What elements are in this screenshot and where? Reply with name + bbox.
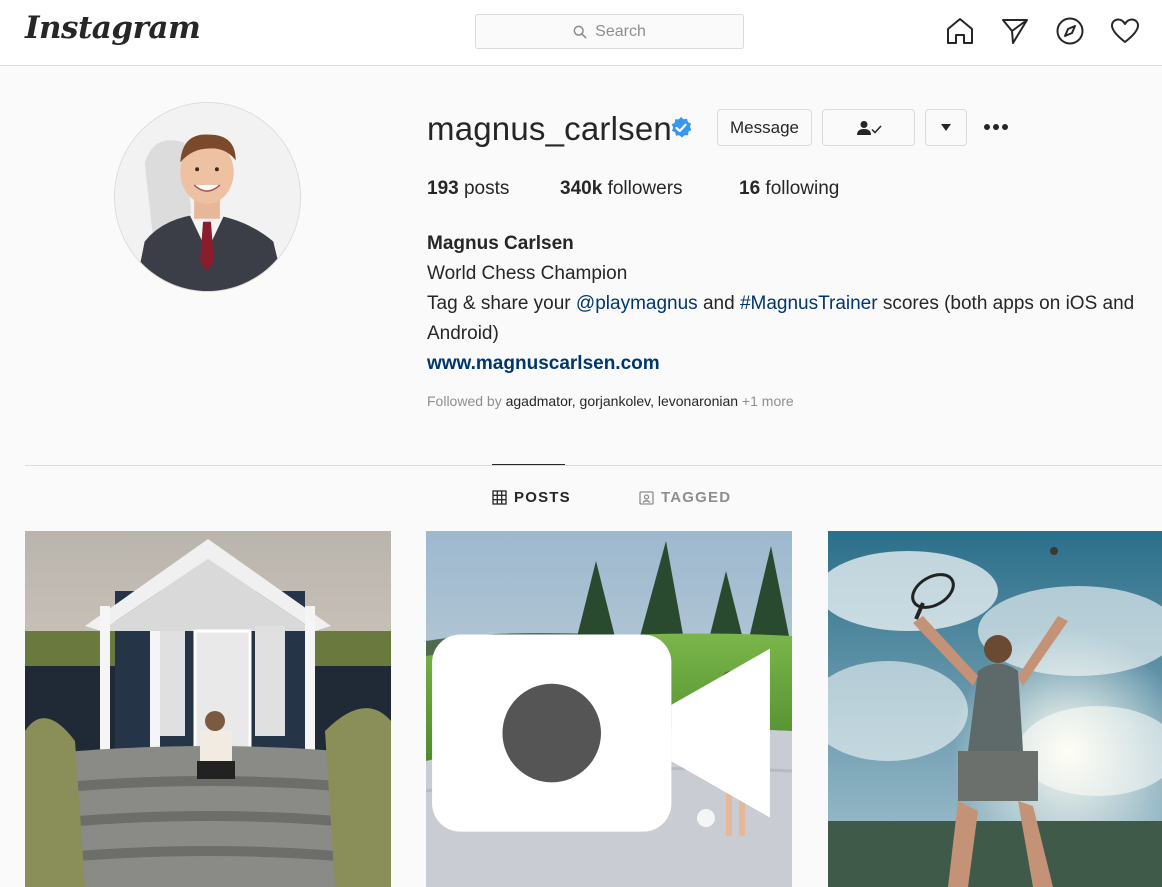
bio-text: and — [697, 293, 740, 314]
hashtag-link[interactable]: #MagnusTrainer — [740, 293, 878, 314]
website-link[interactable]: www.magnuscarlsen.com — [427, 349, 1162, 379]
caret-down-icon — [941, 123, 951, 131]
profile-avatar[interactable] — [114, 102, 301, 292]
profile-bio: Magnus Carlsen World Chess Champion Tag … — [427, 229, 1162, 379]
posts-count: 193 posts — [427, 178, 509, 200]
grid-icon — [492, 490, 507, 505]
post-thumbnail[interactable] — [25, 531, 391, 887]
post-thumbnail[interactable] — [828, 531, 1162, 887]
followed-by[interactable]: Followed by agadmator, gorjankolev, levo… — [427, 393, 794, 409]
tab-tagged-label: TAGGED — [661, 489, 732, 506]
following-button[interactable] — [822, 109, 915, 146]
activity-heart-icon[interactable] — [1110, 16, 1140, 46]
tabs-divider — [25, 465, 1162, 466]
search-input[interactable]: Search — [475, 14, 744, 49]
bio-text: Tag & share your — [427, 293, 576, 314]
verified-badge-icon — [671, 117, 692, 138]
post-image-house — [25, 531, 391, 887]
explore-icon[interactable] — [1055, 16, 1085, 46]
followed-by-more: +1 more — [738, 393, 794, 409]
active-tab-indicator — [492, 464, 565, 465]
profile-full-name: Magnus Carlsen — [427, 233, 574, 254]
followers-link[interactable]: 340k followers — [560, 178, 683, 200]
following-count-value: 16 — [739, 178, 761, 199]
followed-by-prefix: Followed by — [427, 393, 506, 409]
profile-username: magnus_carlsen — [427, 110, 672, 147]
mention-link[interactable]: @playmagnus — [576, 293, 698, 314]
posts-count-value: 193 — [427, 178, 459, 199]
avatar-photo — [115, 103, 300, 291]
post-thumbnail[interactable] — [426, 531, 792, 887]
more-options-icon[interactable] — [984, 118, 1014, 136]
home-icon[interactable] — [945, 16, 975, 46]
following-count-label: following — [765, 178, 840, 199]
instagram-logo[interactable]: Instagram — [25, 10, 201, 46]
search-placeholder: Search — [595, 22, 646, 40]
tab-posts[interactable]: POSTS — [492, 489, 571, 506]
direct-icon[interactable] — [1000, 16, 1030, 46]
tab-tagged[interactable]: TAGGED — [639, 489, 731, 506]
bio-line-2: Tag & share your @playmagnus and #Magnus… — [427, 289, 1162, 349]
tagged-user-icon — [639, 491, 654, 505]
top-nav-bar: Instagram Search — [0, 0, 1162, 66]
video-post-icon — [432, 634, 770, 832]
search-icon — [573, 25, 587, 38]
suggestions-dropdown-button[interactable] — [925, 109, 967, 146]
message-button[interactable]: Message — [717, 109, 812, 146]
following-link[interactable]: 16 following — [739, 178, 839, 200]
followed-by-names: agadmator, gorjankolev, levonaronian — [505, 393, 739, 409]
person-check-icon — [856, 120, 882, 135]
bio-line-1: World Chess Champion — [427, 263, 628, 284]
posts-count-label: posts — [463, 178, 510, 199]
tab-posts-label: POSTS — [514, 489, 571, 506]
post-image-tennis — [828, 531, 1162, 887]
followers-count-label: followers — [607, 178, 683, 199]
followers-count-value: 340k — [560, 178, 603, 199]
